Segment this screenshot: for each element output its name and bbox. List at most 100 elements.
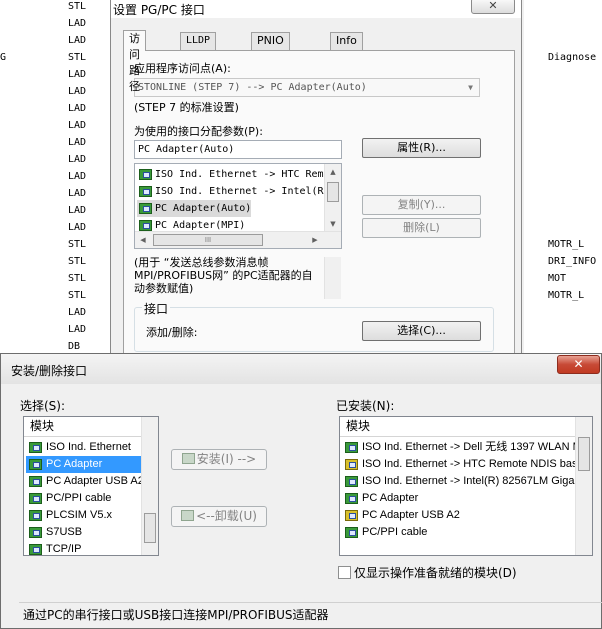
editor-comment: Diagnose — [548, 52, 597, 63]
select-interface-button[interactable]: 选择(C)... — [362, 321, 481, 341]
module-item-label: PC Adapter USB A2 — [46, 475, 144, 487]
scroll-thumb[interactable] — [327, 182, 339, 202]
interface-item-label: ISO Ind. Ethernet -> Intel(R — [155, 186, 324, 197]
editor-row[interactable]: LAD — [0, 154, 110, 171]
module-list-item[interactable]: ISO Ind. Ethernet — [26, 439, 142, 456]
module-list-item[interactable]: PC Adapter USB A2 — [26, 473, 144, 490]
access-point-combo[interactable]: STONLINE (STEP 7) --> PC Adapter(Auto) ▼ — [134, 78, 480, 97]
module-item-label: ISO Ind. Ethernet -> Intel(R) 82567LM Gi… — [362, 475, 581, 487]
only-ready-label: 仅显示操作准备就绪的模块(D) — [354, 566, 517, 580]
editor-row-language: LAD — [68, 35, 87, 46]
editor-row[interactable]: STL — [0, 239, 110, 256]
module-list-item[interactable]: PC/PPI cable — [26, 490, 142, 507]
editor-row[interactable]: LAD — [0, 307, 110, 324]
editor-comment: MOT — [548, 273, 567, 284]
module-list-item[interactable]: S7USB — [26, 524, 142, 541]
available-module-list[interactable]: TCP/IP S7USB PLCSIM V5.x PC/PPI cable PC Ada… — [23, 416, 159, 556]
network-adapter-icon — [139, 203, 152, 214]
scroll-left-icon[interactable]: ◀ — [135, 232, 151, 248]
scroll-right-icon[interactable]: ▶ — [307, 232, 323, 248]
access-point-note: (STEP 7 的标准设置) — [134, 101, 239, 114]
only-ready-checkbox[interactable] — [338, 566, 351, 579]
interface-item-label: PC Adapter(Auto) — [155, 203, 252, 214]
installed-list-header[interactable]: 模块 — [340, 417, 578, 437]
editor-row[interactable]: LAD — [0, 205, 110, 222]
install-button[interactable]: 安装(I) --> — [171, 449, 267, 470]
editor-row-language: LAD — [68, 171, 87, 182]
network-adapter-icon — [29, 527, 42, 538]
editor-row-language: STL — [68, 52, 87, 63]
editor-row-language: STL — [68, 273, 87, 284]
network-adapter-icon — [345, 510, 358, 521]
module-list-item[interactable]: TCP/IP — [26, 541, 142, 555]
editor-row-language: LAD — [68, 120, 87, 131]
scroll-up-icon[interactable]: ▲ — [325, 164, 341, 180]
editor-row-language: LAD — [68, 188, 87, 199]
interface-list-hscroll[interactable]: ◀ III ▶ — [135, 231, 341, 248]
available-list-header[interactable]: 模块 — [24, 417, 144, 437]
pgpc-dialog-title: 设置 PG/PC 接口 — [113, 3, 205, 17]
tab-lldp-dcp[interactable]: LLDP / DCP — [180, 32, 217, 78]
interface-list-vscroll[interactable]: ▲ ▼ — [324, 164, 341, 232]
editor-row[interactable]: LAD — [0, 18, 110, 35]
module-item-label: TCP/IP — [46, 543, 82, 555]
module-list-item[interactable]: PLCSIM V5.x — [26, 507, 142, 524]
editor-row[interactable]: LAD — [0, 222, 110, 239]
properties-button[interactable]: 属性(R)... — [362, 138, 481, 158]
pgpc-close-button[interactable]: ✕ — [471, 0, 515, 14]
editor-row[interactable]: LAD — [0, 171, 110, 188]
interface-list-item[interactable]: PC Adapter(Auto) — [137, 200, 252, 217]
editor-row[interactable]: STL — [0, 273, 110, 290]
module-list-item[interactable]: ISO Ind. Ethernet -> HTC Remote NDIS bas… — [342, 456, 584, 473]
description-vscroll[interactable] — [324, 257, 341, 299]
editor-row-language: STL — [68, 1, 87, 12]
tab-pnio-adapter[interactable]: PNIO 适配器 — [251, 32, 290, 79]
access-point-label: 应用程序访问点(A): — [134, 62, 231, 75]
install-dialog-title: 安装/删除接口 — [11, 364, 88, 378]
pgpc-interface-dialog: 设置 PG/PC 接口 ✕ 访问路径 LLDP / DCP PNIO 适配器 I… — [110, 0, 522, 360]
scroll-thumb[interactable] — [578, 437, 590, 471]
status-text: 通过PC的串行接口或USB接口连接MPI/PROFIBUS适配器 — [23, 608, 329, 622]
installed-module-list[interactable]: PC/PPI cable PC Adapter USB A2 PC Adapter I… — [339, 416, 593, 556]
editor-row[interactable]: LAD — [0, 35, 110, 52]
scroll-down-icon[interactable]: ▼ — [325, 216, 341, 232]
editor-comment: MOTR_L — [548, 290, 585, 301]
module-list-item[interactable]: PC Adapter USB A2 — [342, 507, 576, 524]
hscroll-thumb[interactable]: III — [153, 234, 263, 246]
module-list-item[interactable]: PC Adapter — [342, 490, 576, 507]
access-point-value: STONLINE (STEP 7) --> PC Adapter(Auto) — [138, 82, 367, 93]
editor-row[interactable]: STL — [0, 256, 110, 273]
tab-access-path[interactable]: 访问路径 — [123, 30, 146, 93]
tab-info[interactable]: Info — [330, 32, 363, 50]
available-list-vscroll[interactable] — [141, 417, 158, 555]
copy-button[interactable]: 复制(Y)... — [362, 195, 481, 215]
installed-list-vscroll[interactable] — [575, 417, 592, 555]
interface-list-item[interactable]: ISO Ind. Ethernet -> HTC Rem — [137, 166, 324, 183]
editor-row[interactable]: LAD — [0, 86, 110, 103]
param-value-field[interactable]: PC Adapter(Auto) — [134, 140, 342, 159]
editor-row-language: LAD — [68, 18, 87, 29]
editor-row[interactable]: LAD — [0, 324, 110, 341]
delete-button[interactable]: 删除(L) — [362, 218, 481, 238]
interface-list-item[interactable]: ISO Ind. Ethernet -> Intel(R — [137, 183, 324, 200]
module-list-item[interactable]: PC Adapter — [26, 456, 142, 473]
editor-row[interactable]: LAD — [0, 137, 110, 154]
uninstall-button[interactable]: <--卸载(U) — [171, 506, 267, 527]
installed-label: 已安装(N): — [336, 399, 395, 413]
install-close-button[interactable]: ✕ — [557, 355, 600, 374]
network-adapter-icon — [345, 527, 358, 538]
editor-row[interactable]: LAD — [0, 103, 110, 120]
editor-row[interactable]: STL — [0, 290, 110, 307]
add-remove-label: 添加/删除: — [146, 326, 198, 339]
module-list-item[interactable]: ISO Ind. Ethernet -> Intel(R) 82567LM Gi… — [342, 473, 581, 490]
editor-row[interactable]: G STL — [0, 52, 110, 69]
interface-param-list[interactable]: PC Adapter(MPI) PC Adapter(Auto) ISO Ind. … — [134, 163, 342, 249]
editor-row[interactable]: STL — [0, 1, 110, 18]
scroll-thumb[interactable] — [144, 513, 156, 543]
editor-row[interactable]: LAD — [0, 69, 110, 86]
module-list-item[interactable]: PC/PPI cable — [342, 524, 576, 541]
editor-row[interactable]: LAD — [0, 188, 110, 205]
editor-row[interactable]: LAD — [0, 120, 110, 137]
access-path-panel: 应用程序访问点(A): STONLINE (STEP 7) --> PC Ada… — [123, 50, 515, 360]
module-list-item[interactable]: ISO Ind. Ethernet -> Dell 无线 1397 WLAN M — [342, 439, 582, 456]
